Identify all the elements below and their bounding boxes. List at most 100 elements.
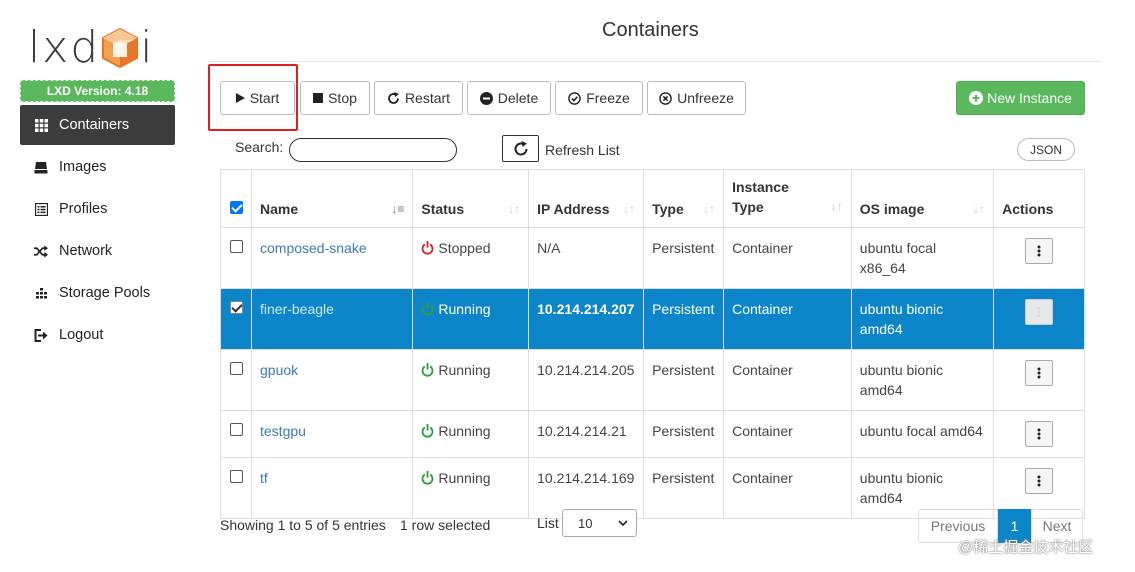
search-input[interactable] xyxy=(289,138,457,162)
delete-button[interactable]: Delete xyxy=(467,81,551,115)
search-label: Search: xyxy=(235,139,284,155)
sort-icon: ↓↑ xyxy=(703,202,716,216)
freeze-button-label: Freeze xyxy=(586,90,630,106)
more-vertical-icon xyxy=(1037,245,1041,257)
column-header-name[interactable]: Name ↓≡ xyxy=(250,169,414,228)
column-header-status[interactable]: Status ↓↑ xyxy=(412,169,530,228)
sidebar-item-profiles[interactable]: Profiles xyxy=(20,189,175,229)
database-icon xyxy=(34,286,48,300)
type-cell: Persistent xyxy=(643,410,725,458)
unfreeze-button[interactable]: Unfreeze xyxy=(647,81,746,115)
shuffle-icon xyxy=(34,244,48,258)
page-length-select[interactable]: 10 xyxy=(562,509,637,537)
row-actions-button[interactable] xyxy=(1025,360,1054,386)
row-checkbox[interactable] xyxy=(230,423,243,436)
row-checkbox[interactable] xyxy=(230,240,243,253)
column-header-label: Name xyxy=(260,201,299,217)
sidebar-item-logout[interactable]: Logout xyxy=(20,315,175,355)
restart-button[interactable]: Restart xyxy=(374,81,463,115)
power-off-icon xyxy=(421,241,434,255)
sort-icon: ↓↑ xyxy=(508,202,521,216)
container-name-link[interactable]: gpuok xyxy=(260,362,298,378)
minus-circle-icon xyxy=(479,91,493,105)
container-name-link[interactable]: testgpu xyxy=(260,423,306,439)
container-name-link[interactable]: finer-beagle xyxy=(260,301,334,317)
select-all-header xyxy=(220,169,252,228)
table-header-row: Name ↓≡ Status ↓↑ IP Address ↓↑ Type ↓↑ … xyxy=(220,169,1085,228)
table-row[interactable]: composed-snake Stopped N/A Persistent Co… xyxy=(220,227,1085,289)
page-length-value: 10 xyxy=(578,515,593,531)
stop-icon xyxy=(313,93,324,103)
sidebar-item-containers[interactable]: Containers xyxy=(20,105,175,145)
container-name-link[interactable]: tf xyxy=(260,470,268,486)
new-instance-label: New Instance xyxy=(987,90,1072,106)
version-badge: LXD Version: 4.18 xyxy=(20,80,175,102)
type-cell: Persistent xyxy=(643,288,725,350)
json-button[interactable]: JSON xyxy=(1017,138,1075,161)
refresh-icon xyxy=(514,140,527,155)
column-header-label: Type xyxy=(652,201,684,217)
sidebar-item-images[interactable]: Images xyxy=(20,147,175,187)
instance-type-cell: Container xyxy=(723,457,852,519)
status-text: Running xyxy=(438,301,491,317)
ip-address-cell: 10.214.214.207 xyxy=(528,288,645,350)
instance-type-cell: Container xyxy=(723,349,852,411)
refresh-button[interactable] xyxy=(502,135,539,162)
unfreeze-button-label: Unfreeze xyxy=(677,90,734,106)
sidebar-item-label: Storage Pools xyxy=(59,285,151,301)
logo-text-left: lxd xyxy=(28,22,101,73)
more-vertical-icon xyxy=(1037,428,1041,440)
table-row[interactable]: finer-beagle Running 10.214.214.207 Pers… xyxy=(220,288,1085,350)
grid-icon xyxy=(34,118,48,132)
more-vertical-icon xyxy=(1037,367,1041,379)
type-cell: Persistent xyxy=(643,227,725,289)
instance-type-cell: Container xyxy=(723,227,852,289)
ip-address-cell: N/A xyxy=(528,227,645,289)
column-header-label: Instance Type xyxy=(732,179,789,215)
container-name-link[interactable]: composed-snake xyxy=(260,240,367,256)
status-text: Running xyxy=(438,362,491,378)
column-header-instance-type[interactable]: Instance Type ↓↑ xyxy=(723,169,852,228)
column-header-label: Status xyxy=(421,201,465,217)
column-header-label: OS image xyxy=(859,201,925,217)
x-circle-icon xyxy=(659,91,672,105)
sidebar-nav: Containers Images Profiles Network Stora… xyxy=(20,105,175,357)
type-cell: Persistent xyxy=(643,457,725,519)
os-image-cell: ubuntu bionic amd64 xyxy=(850,288,995,350)
select-all-checkbox[interactable] xyxy=(230,201,243,214)
table-row[interactable]: testgpu Running 10.214.214.21 Persistent… xyxy=(220,410,1085,458)
sidebar-item-label: Network xyxy=(59,243,113,259)
column-header-ip-address[interactable]: IP Address ↓↑ xyxy=(528,169,645,228)
power-on-icon xyxy=(421,471,434,485)
sidebar-item-network[interactable]: Network xyxy=(20,231,175,271)
chevron-down-icon xyxy=(618,520,628,526)
power-on-icon xyxy=(421,302,434,316)
row-actions-button[interactable] xyxy=(1025,299,1054,325)
check-circle-icon xyxy=(568,91,582,105)
more-vertical-icon xyxy=(1037,306,1041,318)
sort-icon: ↓↑ xyxy=(973,202,986,216)
table-row[interactable]: gpuok Running 10.214.214.205 Persistent … xyxy=(220,349,1085,411)
delete-button-label: Delete xyxy=(497,90,539,106)
stop-button[interactable]: Stop xyxy=(300,81,370,115)
restart-button-label: Restart xyxy=(404,90,451,106)
header-divider xyxy=(208,61,1101,62)
row-actions-button[interactable] xyxy=(1025,468,1054,494)
sidebar-item-label: Images xyxy=(59,159,107,175)
page-length-label: List xyxy=(537,515,559,531)
sidebar-item-storage-pools[interactable]: Storage Pools xyxy=(20,273,175,313)
row-checkbox[interactable] xyxy=(230,301,243,314)
new-instance-button[interactable]: New Instance xyxy=(956,81,1085,115)
page-title: Containers xyxy=(602,19,699,41)
row-checkbox[interactable] xyxy=(230,470,243,483)
lxdui-logo: lxd i xyxy=(28,22,168,74)
sidebar-item-label: Profiles xyxy=(59,201,108,217)
row-checkbox[interactable] xyxy=(230,362,243,375)
freeze-button[interactable]: Freeze xyxy=(555,81,643,115)
instance-type-cell: Container xyxy=(723,288,852,350)
row-actions-button[interactable] xyxy=(1025,238,1054,264)
row-actions-button[interactable] xyxy=(1025,421,1054,447)
column-header-os-image[interactable]: OS image ↓↑ xyxy=(850,169,995,228)
column-header-type[interactable]: Type ↓↑ xyxy=(643,169,725,228)
stop-button-label: Stop xyxy=(328,90,357,106)
